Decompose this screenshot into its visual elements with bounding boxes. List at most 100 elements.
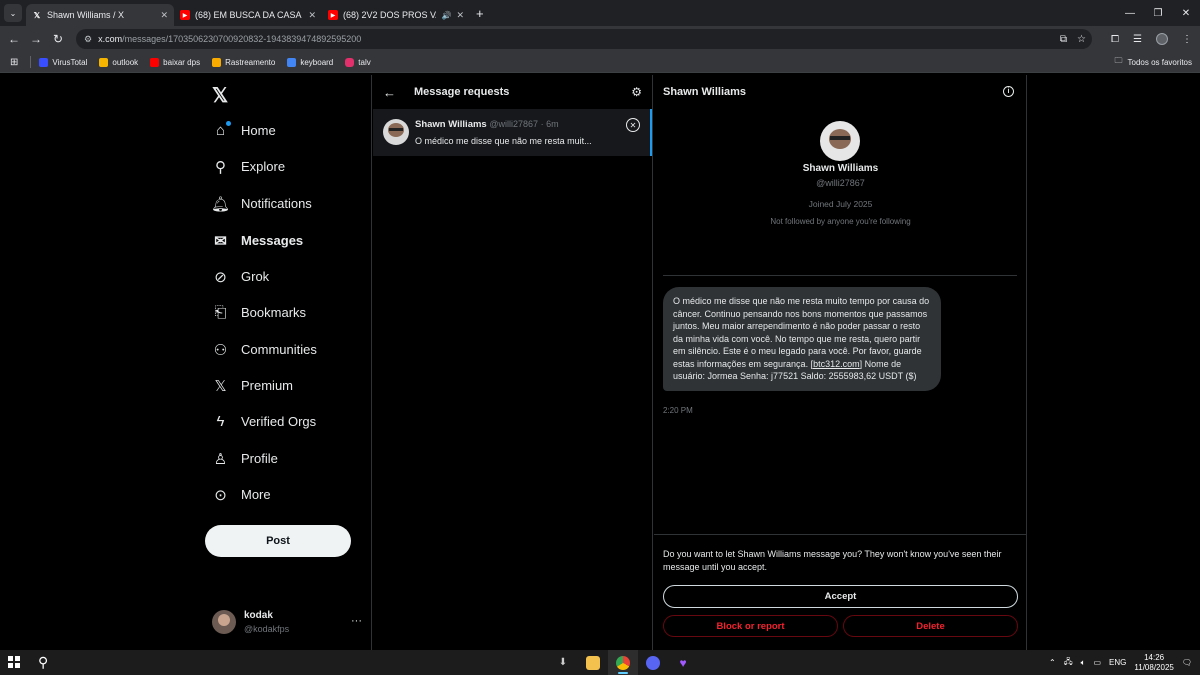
- close-icon[interactable]: ✕: [456, 10, 464, 21]
- more-circle-icon: ⊙: [214, 486, 227, 504]
- divider: [30, 56, 32, 68]
- avatar: [383, 119, 409, 145]
- nav-notifications[interactable]: 🔔︎ Notifications: [211, 195, 312, 213]
- forward-icon[interactable]: →: [25, 32, 47, 46]
- x-page: 𝕏 ⌂ Home ⚲ Explore 🔔︎ Notifications ✉ Messag…: [0, 75, 1200, 650]
- discord-icon[interactable]: [638, 650, 668, 675]
- follow-note: Not followed by anyone you're following: [770, 217, 911, 226]
- gear-icon[interactable]: ⚙: [631, 85, 642, 99]
- account-switcher[interactable]: kodak @kodakfps ···: [212, 607, 362, 637]
- restore-icon[interactable]: ❐: [1144, 8, 1172, 19]
- message-link[interactable]: [btc312.com]: [811, 359, 863, 369]
- request-item[interactable]: Shawn Williams @willi27867 · 6m O médico…: [373, 109, 652, 156]
- apps-grid-icon[interactable]: ⊞: [10, 57, 18, 68]
- message-requests-panel: ← Message requests ⚙ Shawn Williams @wil…: [373, 75, 653, 650]
- windows-taskbar: ⚲ ⬇ ♥ ⌃ 🖧 🔈︎ ▭ ENG 14:26 11/08/2025 🗨︎: [0, 650, 1200, 675]
- nav-home[interactable]: ⌂ Home: [212, 121, 276, 139]
- bookmark-outlook[interactable]: outlook: [99, 57, 139, 67]
- search-icon[interactable]: ⚲: [38, 654, 48, 671]
- bookmark-label: VirusTotal: [52, 57, 88, 67]
- request-name: Shawn Williams: [415, 119, 487, 130]
- network-icon[interactable]: 🖧: [1064, 656, 1073, 670]
- speaker-icon[interactable]: 🔊: [441, 11, 451, 20]
- address-bar[interactable]: ⚙ x.com /messages/1703506230700920832-19…: [76, 29, 1092, 49]
- bookmark-keyboard[interactable]: keyboard: [287, 57, 334, 67]
- profile-name[interactable]: Shawn Williams: [654, 163, 1027, 174]
- post-button[interactable]: Post: [205, 525, 351, 557]
- site-info-icon[interactable]: ⚙: [84, 34, 92, 45]
- nav-explore[interactable]: ⚲ Explore: [212, 158, 285, 176]
- bookmark-virustotal[interactable]: VirusTotal: [39, 57, 88, 67]
- tab-youtube-2[interactable]: ▶ (68) 2V2 DOS PROS VALEND 🔊 ✕: [322, 4, 470, 26]
- divider: [663, 275, 1017, 276]
- chrome-icon[interactable]: [608, 650, 638, 675]
- chevron-up-icon[interactable]: ⌃: [1049, 658, 1056, 667]
- sidebar-icon[interactable]: ☰: [1133, 34, 1142, 45]
- notifications-icon[interactable]: 🗨︎: [1182, 658, 1192, 667]
- close-window-icon[interactable]: ✕: [1172, 8, 1200, 19]
- x-logo-icon[interactable]: 𝕏: [212, 83, 228, 108]
- close-icon[interactable]: ✕: [308, 10, 316, 21]
- volume-icon[interactable]: 🔈︎: [1081, 658, 1086, 668]
- close-icon[interactable]: ✕: [160, 10, 168, 21]
- taskbar-pin-icon[interactable]: ⬇: [548, 650, 578, 675]
- nav-communities[interactable]: ⚇ Communities: [212, 341, 317, 359]
- minimize-icon[interactable]: —: [1116, 8, 1144, 19]
- bookmark-label: outlook: [112, 57, 139, 67]
- new-tab-button[interactable]: +: [476, 6, 484, 21]
- nav-premium[interactable]: 𝕏 Premium: [212, 377, 294, 395]
- keyboard-icon: [287, 57, 297, 67]
- reload-icon[interactable]: ↻: [47, 32, 69, 46]
- nav-label: Profile: [241, 451, 278, 466]
- accept-button[interactable]: Accept: [663, 585, 1018, 608]
- nav-label: Premium: [241, 378, 294, 393]
- bookmark-talv[interactable]: talv: [345, 57, 371, 67]
- back-icon[interactable]: ←: [3, 32, 25, 46]
- bookmark-label: keyboard: [300, 57, 334, 67]
- back-arrow-icon[interactable]: ←: [383, 85, 396, 100]
- dismiss-icon[interactable]: ✕: [626, 118, 640, 132]
- battery-icon[interactable]: ▭: [1093, 658, 1101, 667]
- heart-app-icon[interactable]: ♥: [668, 650, 698, 675]
- bookmarks-bar: ⊞ VirusTotal outlook baixar dps Rastream…: [0, 52, 1200, 73]
- system-tray: ⌃ 🖧 🔈︎ ▭ ENG 14:26 11/08/2025 🗨︎: [1049, 650, 1192, 675]
- tab-youtube-1[interactable]: ▶ (68) EM BUSCA DA CASA NOVA ✕: [174, 4, 322, 26]
- nav-label: Notifications: [241, 196, 312, 211]
- nav-profile[interactable]: ♙ Profile: [212, 450, 278, 468]
- extensions-icon[interactable]: ⧠: [1111, 34, 1119, 45]
- nav-more[interactable]: ⊙ More: [212, 486, 270, 504]
- divider: [654, 534, 1026, 535]
- nav-grok[interactable]: ⊘ Grok: [212, 268, 269, 286]
- youtube-icon: ▶: [180, 10, 190, 20]
- language-indicator[interactable]: ENG: [1109, 658, 1126, 667]
- avatar[interactable]: [820, 121, 860, 161]
- info-icon[interactable]: i: [1003, 86, 1014, 97]
- install-icon[interactable]: ⧉: [1060, 34, 1067, 45]
- envelope-icon: ✉: [214, 232, 227, 250]
- clock[interactable]: 14:26 11/08/2025: [1134, 653, 1173, 673]
- file-explorer-icon[interactable]: [578, 650, 608, 675]
- menu-dots-icon[interactable]: ⋮: [1182, 34, 1192, 45]
- windows-start-icon[interactable]: [8, 656, 20, 668]
- tab-x[interactable]: 𝕏 Shawn Williams / X ✕: [26, 4, 174, 26]
- clock-time: 14:26: [1144, 652, 1165, 662]
- tab-search-button[interactable]: ⌄: [4, 4, 22, 22]
- notification-dot: [226, 121, 231, 126]
- browser-profile-icon[interactable]: [1156, 33, 1168, 45]
- star-icon[interactable]: ☆: [1077, 34, 1086, 45]
- delete-button[interactable]: Delete: [843, 615, 1018, 637]
- instagram-icon: [345, 57, 355, 67]
- more-dots-icon[interactable]: ···: [351, 615, 362, 627]
- left-navigation: 𝕏 ⌂ Home ⚲ Explore 🔔︎ Notifications ✉ Messag…: [200, 75, 372, 650]
- nav-messages[interactable]: ✉ Messages: [212, 232, 303, 250]
- outlook-icon: [99, 57, 109, 67]
- block-report-button[interactable]: Block or report: [663, 615, 838, 637]
- taskbar-apps: ⬇ ♥: [548, 650, 698, 675]
- nav-verified-orgs[interactable]: ϟ Verified Orgs: [212, 413, 317, 430]
- all-bookmarks-folder[interactable]: 🗀 Todos os favoritos: [1115, 55, 1192, 69]
- nav-bookmarks[interactable]: ⎗ Bookmarks: [212, 304, 306, 321]
- bookmark-rastreamento[interactable]: Rastreamento: [212, 57, 275, 67]
- bookmark-baixar-dps[interactable]: baixar dps: [150, 57, 200, 67]
- message-bubble: O médico me disse que não me resta muito…: [663, 287, 941, 391]
- address-host: x.com: [98, 34, 123, 44]
